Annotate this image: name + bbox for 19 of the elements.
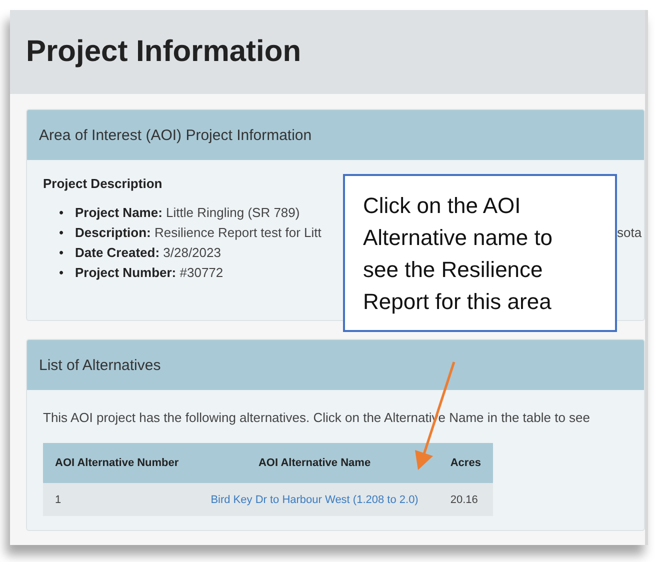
project-detail: Date Created: 3/28/2023 xyxy=(75,244,221,262)
table-cell: 20.16 xyxy=(438,483,493,516)
callout-box: Click on the AOI Alternative name to see the Resilience Report for this area xyxy=(343,174,617,332)
column-header: Acres xyxy=(438,443,493,483)
page-title: Project Information xyxy=(26,35,302,69)
project-detail: Project Number: #30772 xyxy=(75,264,224,282)
card-title: Area of Interest (AOI) Project Information xyxy=(39,126,312,144)
section-heading: Project Description xyxy=(43,176,164,191)
project-detail: Project Name: Little Ringling (SR 789) xyxy=(75,204,300,222)
bullet: • xyxy=(59,264,65,282)
card-title: List of Alternatives xyxy=(39,356,161,374)
bullet: • xyxy=(59,224,65,242)
column-header: AOI Alternative Number xyxy=(43,443,191,483)
bullet: • xyxy=(59,244,65,262)
column-header: AOI Alternative Name xyxy=(190,443,438,483)
bullet: • xyxy=(59,204,65,222)
project-detail: Description: Resilience Report test for Litt xyxy=(75,224,322,242)
project-detail: sota xyxy=(617,224,642,242)
table-cell: 1 xyxy=(43,483,191,516)
